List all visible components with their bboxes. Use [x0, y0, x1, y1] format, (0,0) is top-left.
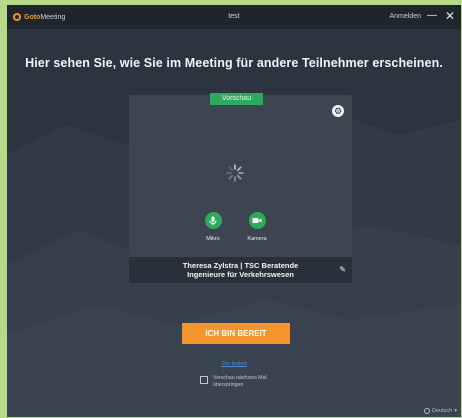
minimize-icon[interactable]: — [427, 11, 437, 21]
signin-link[interactable]: Anmelden [389, 13, 421, 20]
microphone-label: Mikro [206, 236, 220, 242]
microphone-icon [209, 216, 217, 225]
skip-preview-label-line1: Vorschau nächstes Mal [213, 375, 267, 381]
skip-preview-checkbox[interactable] [200, 376, 208, 384]
language-selector[interactable]: Deutsch ▾ [424, 408, 457, 414]
ready-button[interactable]: ICH BIN BEREIT [182, 323, 290, 344]
participant-name-bar: Theresa Zylstra | TSC Beratende Ingenieu… [129, 257, 352, 283]
microphone-control[interactable]: Mikro [198, 212, 228, 242]
camera-icon [252, 218, 262, 223]
participant-name-line1: Theresa Zylstra | TSC Beratende [182, 261, 299, 270]
page-headline: Hier sehen Sie, wie Sie im Meeting für a… [25, 56, 443, 70]
participant-name-line2: Ingenieure für Verkehrswesen [187, 270, 294, 279]
preview-tag: Vorschau [210, 93, 263, 105]
settings-button[interactable]: ⚙ [332, 105, 344, 117]
camera-control[interactable]: Kamera [242, 212, 272, 242]
skip-preview-option[interactable]: Vorschau nächstes Mal überspringen [200, 375, 267, 389]
skip-preview-label: Vorschau nächstes Mal überspringen [213, 375, 267, 389]
app-window: Goto Meeting test Anmelden — ✕ Hier sehen… [7, 5, 461, 417]
chevron-down-icon: ▾ [454, 408, 457, 414]
video-preview-panel: Vorschau ⚙ Mikro Kamera Theresa Zylstra … [129, 93, 352, 283]
title-bar: Goto Meeting test Anmelden — ✕ [7, 5, 461, 29]
language-label: Deutsch [432, 408, 453, 414]
test-audio-link[interactable]: Ton testen [7, 361, 461, 367]
loading-spinner-icon [226, 164, 244, 182]
edit-name-icon[interactable]: ✎ [339, 265, 346, 274]
camera-label: Kamera [247, 236, 267, 242]
camera-button[interactable] [248, 212, 266, 229]
close-icon[interactable]: ✕ [445, 10, 455, 22]
gear-icon: ⚙ [333, 106, 343, 116]
globe-icon [424, 408, 431, 414]
skip-preview-label-line2: überspringen [213, 382, 244, 388]
microphone-button[interactable] [204, 212, 222, 229]
